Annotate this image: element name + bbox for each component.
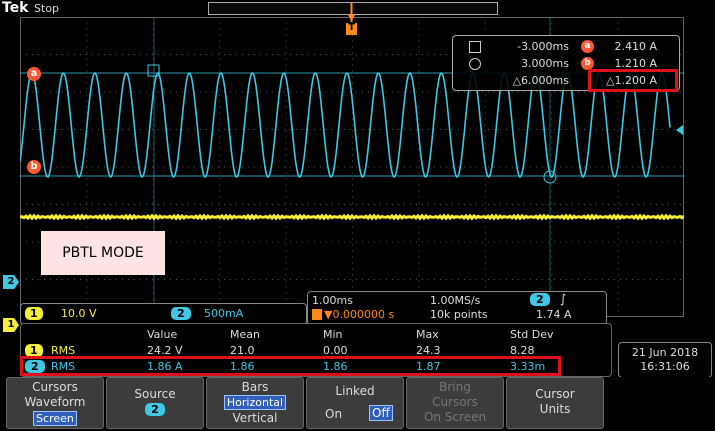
channel-settings-bar[interactable]: 1 10.0 V 2 500mA	[20, 303, 307, 325]
square-cursor-icon	[469, 41, 481, 53]
units-label: Units	[539, 402, 571, 416]
bring-cursors-button[interactable]: Bring Cursors On Screen	[406, 377, 504, 429]
cursor-a-value: 2.410 A	[614, 40, 657, 53]
bottom-menu: Cursors Waveform Screen Source 2 Bars Ho…	[0, 377, 715, 431]
vertical-option: Vertical	[232, 411, 278, 425]
highlight-box-delta	[588, 69, 678, 92]
ch1-ground-marker[interactable]: 1	[3, 318, 19, 332]
timebase-panel[interactable]: 1.00ms 1.00MS/s 2 ∫ ▼0.000000 s 10k poin…	[307, 291, 607, 325]
ch2-level-arrow-icon	[676, 125, 683, 135]
ch2-ground-marker[interactable]: 2	[3, 275, 19, 289]
meas-header-value: Value	[147, 328, 178, 341]
ch1-badge[interactable]: 1	[25, 307, 43, 320]
trigger-slope-icon: ∫	[560, 292, 567, 306]
horizontal-option: Horizontal	[223, 395, 287, 410]
source-value-wrap: 2	[107, 402, 203, 416]
cursor-delta-time: △6.000ms	[512, 74, 569, 87]
horizontal-option-wrap: Horizontal	[207, 395, 303, 410]
time-per-div: 1.00ms	[312, 294, 353, 307]
cursor-a-marker[interactable]: a	[27, 67, 41, 81]
datetime-display: 21 Jun 2018 16:31:06	[618, 342, 712, 378]
meas-header-max: Max	[416, 328, 439, 341]
bring-label: Bring	[439, 380, 471, 394]
meas-header-mean: Mean	[230, 328, 260, 341]
linked-button[interactable]: Linked On Off	[306, 377, 404, 429]
on-screen-label: On Screen	[423, 410, 487, 424]
meas-header-stddev: Std Dev	[510, 328, 554, 341]
source-button[interactable]: Source 2	[106, 377, 204, 429]
time-text: 16:31:06	[640, 360, 690, 373]
source-value: 2	[145, 403, 165, 416]
ch1-ground-label: 1	[7, 319, 15, 330]
cursors-mode-button[interactable]: Cursors Waveform Screen	[6, 377, 104, 429]
meas-header-min: Min	[323, 328, 343, 341]
date-text: 21 Jun 2018	[631, 346, 699, 359]
trigger-label: T	[348, 22, 355, 33]
ch2-scale[interactable]: 500mA	[204, 307, 243, 320]
linked-label: Linked	[335, 384, 375, 398]
cursors-sub-label: Cursors	[432, 395, 478, 409]
cursor-units-button[interactable]: Cursor Units	[506, 377, 604, 429]
sample-rate: 1.00MS/s	[430, 294, 481, 307]
linked-on-option: On	[325, 407, 343, 421]
trigger-source-badge: 2	[530, 293, 550, 306]
source-label: Source	[134, 387, 176, 401]
cursor-a-badge: a	[581, 40, 594, 53]
ch2-badge[interactable]: 2	[171, 307, 191, 320]
screen-option-wrap: Screen	[7, 411, 103, 426]
bars-label: Bars	[241, 380, 269, 394]
record-length: 10k points	[430, 308, 488, 321]
circle-cursor-icon	[469, 58, 481, 70]
waveform-option: Waveform	[24, 395, 86, 409]
mode-annotation: PBTL MODE	[41, 231, 165, 275]
cursors-label: Cursors	[32, 380, 78, 394]
run-state: Stop	[34, 2, 60, 15]
ch1-waveform	[20, 213, 684, 221]
screen-option: Screen	[33, 411, 77, 426]
bars-button[interactable]: Bars Horizontal Vertical	[206, 377, 304, 429]
trigger-level: 1.74 A	[536, 308, 572, 321]
ch1-scale[interactable]: 10.0 V	[61, 307, 97, 320]
trigger-position: ▼0.000000 s	[324, 308, 395, 321]
linked-off-option: Off	[369, 405, 393, 421]
trigger-position-icon[interactable]: T	[345, 2, 358, 37]
cursor-label: Cursor	[535, 387, 575, 401]
trigger-position-badge-icon	[312, 309, 322, 320]
brand-logo: Tek	[2, 0, 29, 16]
cursor-b-marker[interactable]: b	[27, 160, 41, 174]
highlight-box-measurement	[20, 356, 561, 376]
cursor-a-time: -3.000ms	[517, 40, 569, 53]
ch2-ground-label: 2	[7, 276, 15, 287]
cursor-b-time: 3.000ms	[521, 57, 569, 70]
